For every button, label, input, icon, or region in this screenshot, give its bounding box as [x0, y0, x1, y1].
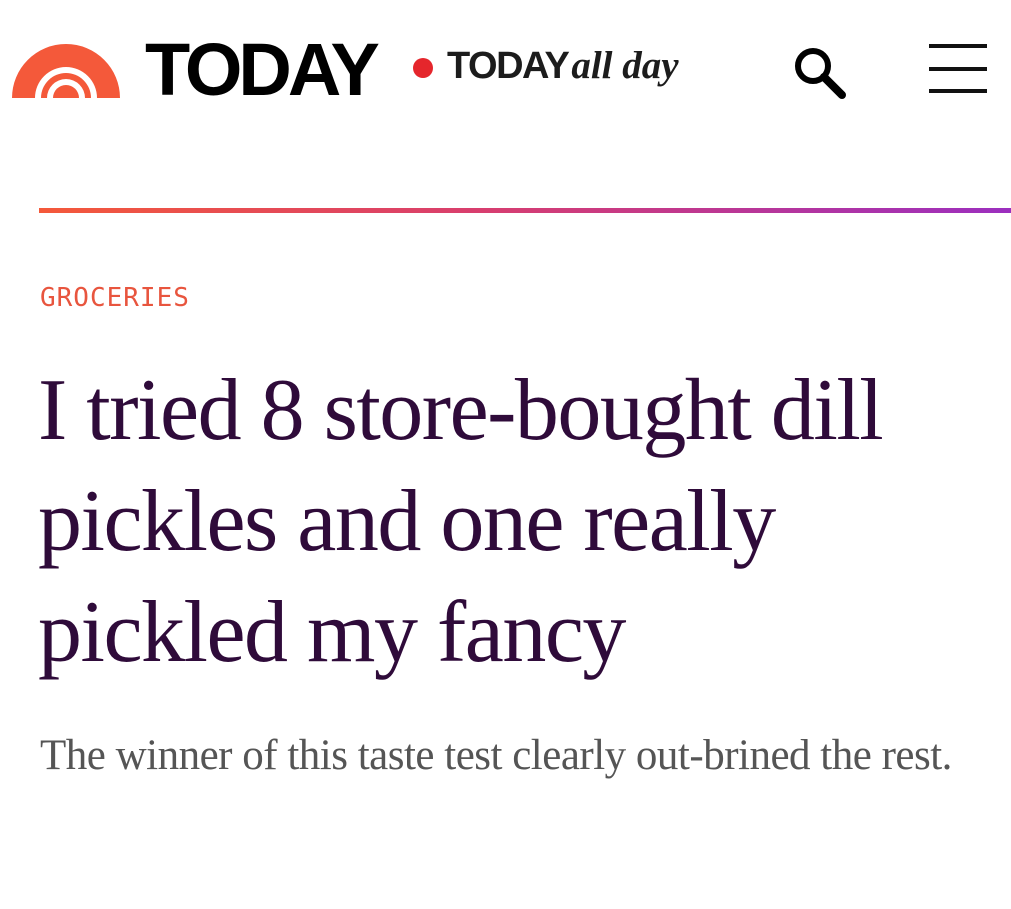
hamburger-menu-icon-bar — [929, 67, 987, 71]
hamburger-menu-icon — [929, 44, 987, 48]
logo-red-dot — [413, 58, 433, 78]
hamburger-menu-button[interactable] — [922, 38, 994, 100]
article-dek: The winner of this taste test clearly ou… — [40, 732, 952, 779]
search-button[interactable] — [786, 40, 850, 100]
search-icon — [795, 48, 846, 99]
today-logo-wordmark[interactable]: TODAY — [145, 30, 380, 110]
gradient-divider — [39, 208, 1011, 213]
site-header: TODAY TODAY all day — [0, 0, 1011, 140]
today-sunrise-logo-icon[interactable] — [10, 40, 122, 98]
category-link[interactable]: GROCERIES — [40, 282, 190, 314]
article-headline: I tried 8 store-bought dill pickles and … — [38, 362, 884, 681]
today-all-day-link[interactable]: TODAY all day — [447, 44, 679, 88]
today-all-day-tagline: all day — [571, 44, 679, 87]
hamburger-menu-icon-bar — [929, 89, 987, 93]
today-all-day-brand: TODAY — [447, 45, 570, 87]
